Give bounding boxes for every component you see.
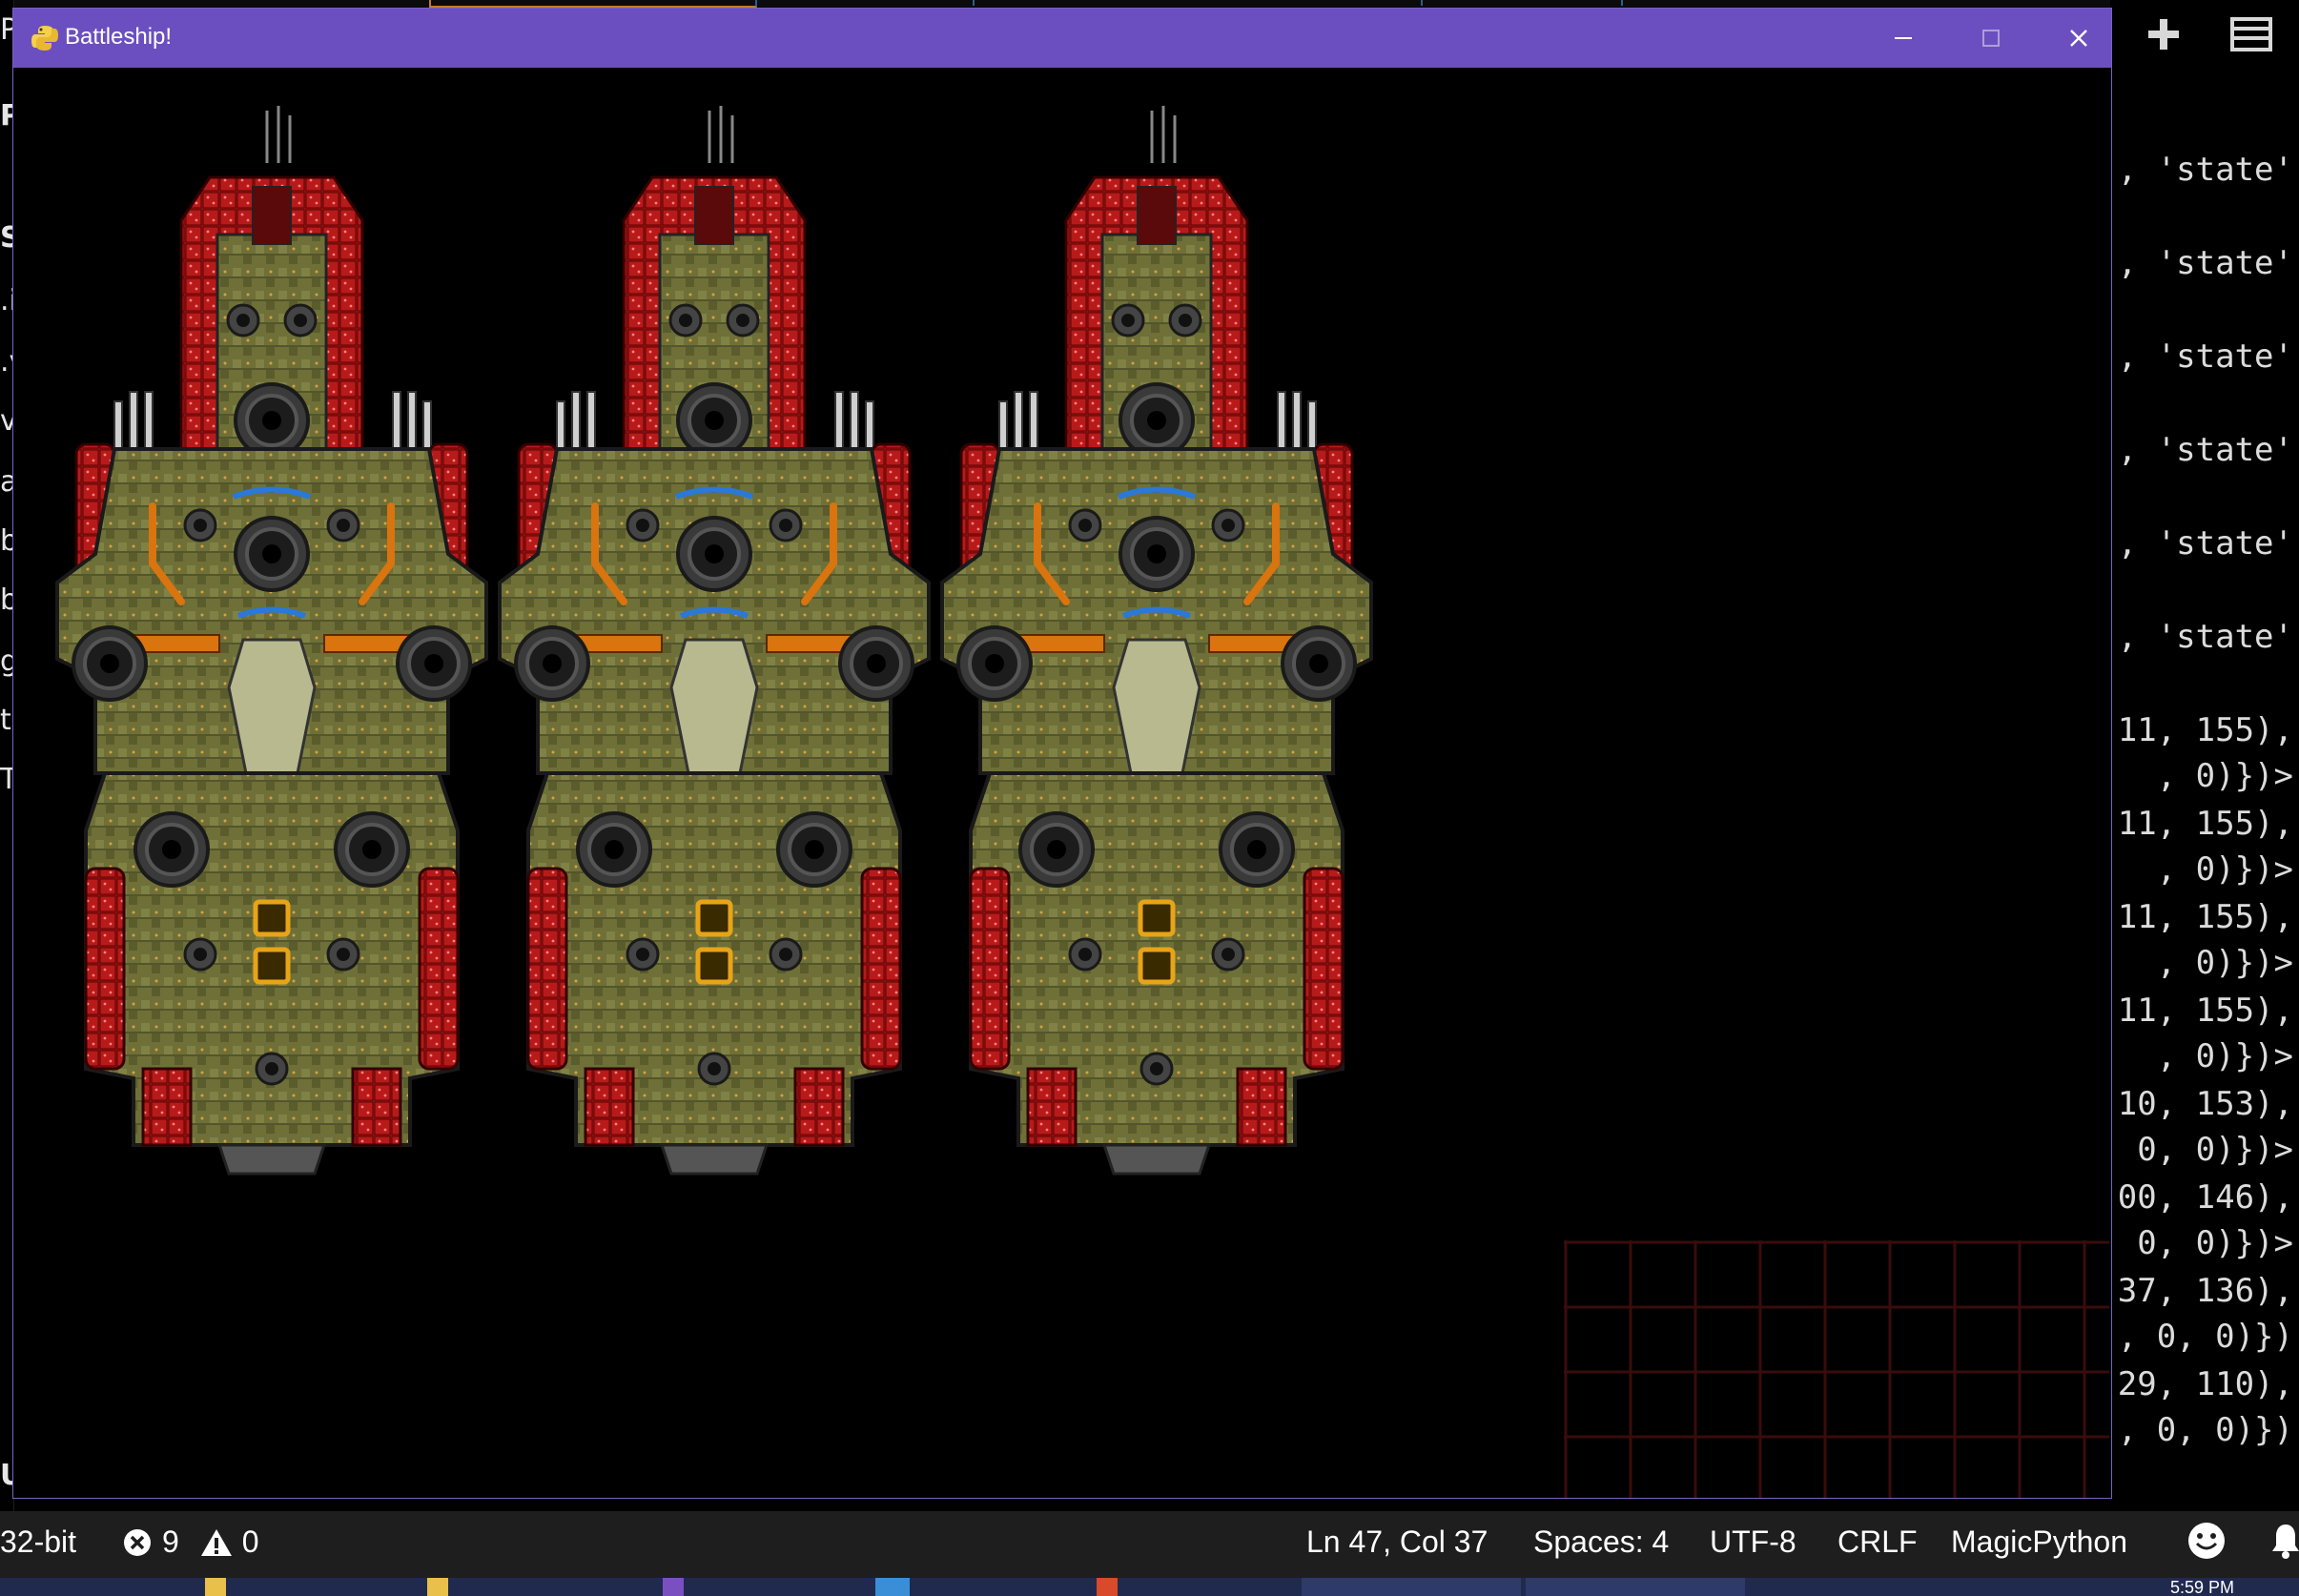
sidebar-fragment[interactable]: b — [0, 524, 13, 558]
taskbar-app-icon[interactable] — [427, 1578, 448, 1596]
code-line: 0, 0)})> — [2117, 1224, 2293, 1262]
taskbar-app-icon[interactable] — [205, 1578, 226, 1596]
taskbar-clock[interactable]: 5:59 PM — [2170, 1578, 2234, 1596]
taskbar-app-icon[interactable] — [1526, 1578, 1745, 1596]
code-line: , 'state' — [2117, 618, 2293, 656]
sidebar-fragment[interactable]: U — [0, 1459, 13, 1492]
code-line: , 'state' — [2117, 151, 2293, 189]
sidebar-fragment[interactable]: .v — [0, 345, 13, 379]
editor-tab[interactable] — [429, 0, 757, 8]
code-line: , 0)})> — [2156, 1037, 2293, 1075]
code-line: 37, 136), — [2117, 1272, 2293, 1310]
minimize-button[interactable] — [1859, 9, 1947, 68]
window-title-bar[interactable]: Battleship! — [13, 9, 2111, 68]
code-line: 11, 155), — [2117, 805, 2293, 843]
battleship-sprite[interactable] — [48, 106, 496, 1183]
editor-actions — [2110, 0, 2299, 76]
code-line: 11, 155), — [2117, 711, 2293, 749]
language-mode[interactable]: MagicPython — [1951, 1524, 2127, 1560]
indentation-status[interactable]: Spaces: 4 — [1533, 1524, 1669, 1560]
code-line: 11, 155), — [2117, 898, 2293, 936]
game-canvas[interactable] — [13, 68, 2111, 1498]
maximize-icon — [1982, 30, 2000, 47]
battleship-sprite[interactable] — [490, 106, 938, 1183]
encoding-status[interactable]: UTF-8 — [1710, 1524, 1796, 1560]
sidebar-fragment[interactable]: v — [0, 404, 13, 438]
taskbar-app-icon[interactable] — [663, 1578, 684, 1596]
sidebar-fragment[interactable]: b — [0, 583, 13, 617]
code-line: , 0)})> — [2156, 757, 2293, 795]
code-line: , 'state' — [2117, 244, 2293, 282]
taskbar-app-icon[interactable] — [1302, 1578, 1521, 1596]
code-line: , 'state' — [2117, 431, 2293, 469]
sidebar-fragment[interactable]: g — [0, 645, 13, 678]
board-grid[interactable] — [1564, 1240, 2109, 1498]
warning-count: 0 — [241, 1524, 259, 1559]
code-line: 29, 110), — [2117, 1365, 2293, 1403]
sidebar-fragment[interactable]: S — [0, 221, 13, 255]
sidebar-fragment[interactable]: P — [0, 13, 13, 47]
window-title: Battleship! — [65, 24, 173, 50]
error-count: 9 — [162, 1524, 179, 1559]
status-bar: 32-bit 9 0 Ln 47, Col 37 Spaces: 4 UTF-8… — [0, 1511, 2299, 1578]
game-window[interactable]: Battleship! — [12, 8, 2112, 1499]
taskbar-app-icon[interactable] — [875, 1578, 910, 1596]
code-editor-pane[interactable]: , 'state' , 'state' , 'state' , 'state' … — [2110, 0, 2299, 1511]
python-icon — [31, 24, 59, 52]
sidebar-fragment[interactable]: .i — [0, 284, 13, 317]
problems-status[interactable]: 9 0 — [122, 1524, 259, 1560]
minimize-icon — [1895, 37, 1912, 39]
editor-tab[interactable] — [982, 0, 1423, 6]
code-line: 00, 146), — [2117, 1178, 2293, 1217]
cursor-position[interactable]: Ln 47, Col 37 — [1306, 1524, 1488, 1560]
editor-tab[interactable] — [763, 0, 975, 6]
interpreter-status[interactable]: 32-bit — [0, 1524, 76, 1560]
taskbar-app-icon[interactable] — [1097, 1578, 1118, 1596]
maximize-button[interactable] — [1947, 9, 2035, 68]
sidebar-fragment[interactable]: PE — [0, 99, 13, 133]
code-line: , 'state' — [2117, 338, 2293, 376]
sidebar-fragment[interactable]: a — [0, 465, 13, 499]
sidebar-fragment[interactable]: T — [0, 763, 13, 796]
sidebar-fragment[interactable]: t — [0, 704, 13, 737]
code-line: 0, 0)})> — [2137, 1131, 2293, 1169]
eol-status[interactable]: CRLF — [1837, 1524, 1918, 1560]
warning-icon — [200, 1528, 232, 1556]
code-line: , 0, 0)}) — [2117, 1318, 2293, 1356]
code-line: 10, 153), — [2117, 1085, 2293, 1123]
code-line: 11, 155), — [2117, 992, 2293, 1030]
close-button[interactable] — [2035, 9, 2123, 68]
notifications-bell-icon[interactable] — [2269, 1523, 2299, 1566]
code-line: , 'state' — [2117, 524, 2293, 563]
feedback-icon[interactable] — [2186, 1521, 2227, 1568]
taskbar: 5:59 PM — [0, 1578, 2299, 1596]
plus-icon[interactable] — [2145, 15, 2183, 61]
code-line: , 0)})> — [2156, 850, 2293, 889]
editor-tab-strip — [0, 0, 2299, 8]
layout-icon[interactable] — [2230, 15, 2272, 61]
close-icon — [2070, 30, 2087, 47]
code-line: , 0)})> — [2156, 944, 2293, 982]
error-icon — [124, 1528, 151, 1556]
battleship-sprite[interactable] — [933, 106, 1381, 1183]
code-line: , 0, 0)}) — [2117, 1411, 2293, 1449]
editor-tab[interactable] — [1430, 0, 1623, 6]
